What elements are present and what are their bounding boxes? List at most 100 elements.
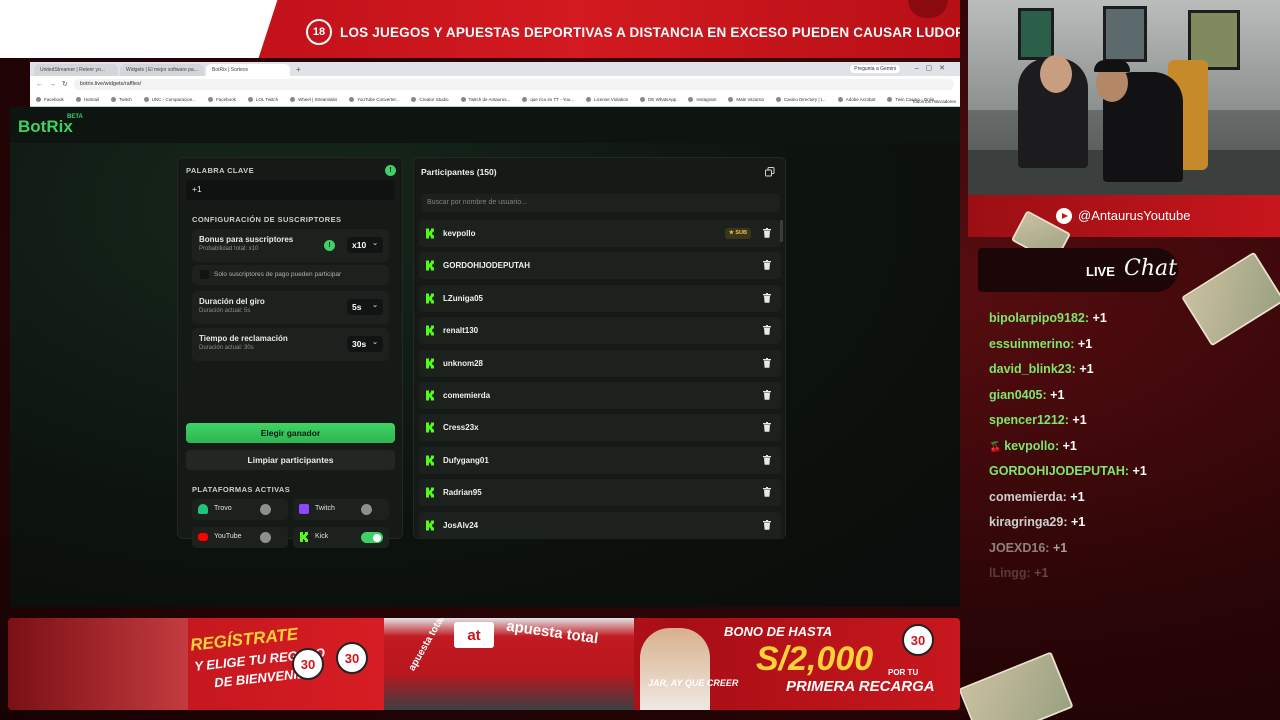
bookmark-favicon-icon — [36, 96, 41, 102]
participant-row[interactable]: JosAlv24 — [419, 511, 781, 539]
bookmark-link[interactable]: Adobe Acrobat — [837, 96, 875, 102]
copy-icon[interactable] — [765, 167, 775, 177]
bookmark-label: Creator Studio — [419, 96, 449, 102]
bookmark-label: Wheel | Streamlabs — [298, 96, 338, 102]
bookmark-link[interactable]: que rico es TT - You... — [522, 96, 574, 102]
beta-badge: BETA — [67, 114, 83, 120]
spin-duration-subtitle: Duración actual: 5s — [199, 308, 251, 314]
trovo-toggle[interactable] — [260, 504, 282, 515]
bonus-multiplier-select[interactable]: x10 ⌄ — [347, 237, 383, 253]
participant-row[interactable]: LZuniga05 — [419, 284, 781, 312]
wall-art — [1018, 8, 1054, 60]
new-tab-button[interactable]: + — [296, 65, 301, 74]
trash-icon[interactable] — [763, 228, 771, 238]
bookmark-link[interactable]: Twitch — [111, 96, 132, 102]
bookmark-link[interactable]: Twitch de Antaurus... — [460, 96, 510, 102]
chevron-down-icon: ⌄ — [372, 302, 378, 309]
trash-icon[interactable] — [763, 357, 771, 368]
chat-text: +1 — [1034, 566, 1049, 580]
trash-icon[interactable] — [763, 487, 771, 497]
all-bookmarks-link[interactable]: Todos los marcadores — [912, 99, 956, 104]
bookmark-link[interactable]: LOL Twitch — [247, 96, 279, 102]
bookmark-link[interactable]: Facebook — [36, 96, 64, 102]
bookmark-favicon-icon — [208, 96, 214, 102]
trash-icon[interactable] — [763, 390, 771, 400]
bookmark-label: Twitch — [119, 96, 132, 102]
participant-row[interactable]: GORDOHIJODEPUTAH — [419, 252, 781, 280]
participant-row[interactable]: renalt130 — [419, 317, 781, 345]
platform-youtube[interactable]: YouTube — [192, 527, 288, 548]
trash-icon[interactable] — [763, 454, 771, 465]
bookmark-favicon-icon — [411, 96, 417, 102]
paid-only-checkbox[interactable] — [200, 270, 209, 279]
paid-only-option[interactable]: Solo suscriptores de pago pueden partici… — [192, 265, 389, 285]
spin-duration-title: Duración del giro — [199, 297, 265, 306]
bookmark-link[interactable]: YouTube Converter... — [349, 96, 400, 102]
gemini-button[interactable]: Pregunta a Gemini — [850, 65, 900, 73]
bookmark-link[interactable]: DE WhatsApp — [640, 96, 676, 102]
clear-participants-button[interactable]: Limpiar participantes — [186, 450, 395, 470]
chat-message: bipolarpipo9182: +1 — [989, 311, 1269, 337]
kick-icon — [426, 422, 434, 433]
keyword-input[interactable]: +1 — [186, 180, 395, 200]
bookmark-label: YouTube Converter... — [357, 96, 400, 102]
kick-toggle[interactable] — [361, 532, 383, 543]
scrollbar-thumb[interactable] — [780, 220, 783, 242]
bookmark-favicon-icon — [111, 96, 117, 102]
sponsor-ad-banner[interactable]: REGÍSTRATE Y ELIGE TU REGALO DE BIENVENI… — [8, 618, 960, 710]
bookmark-link[interactable]: Wheel | Streamlabs — [290, 96, 338, 102]
bookmark-label: Casino Directory | t... — [783, 96, 826, 102]
window-controls[interactable]: –▢✕ — [915, 64, 952, 72]
trash-icon[interactable] — [763, 325, 771, 335]
browser-tab[interactable]: UnitedStreamer | Retenr yo... — [34, 64, 118, 76]
bookmark-favicon-icon — [460, 96, 466, 102]
spin-duration-select[interactable]: 5s ⌄ — [347, 299, 383, 315]
bookmark-label: LOL Twitch — [255, 96, 279, 102]
chat-username: kevpollo: — [1004, 438, 1060, 453]
participant-row[interactable]: comemierda — [419, 382, 781, 409]
youtube-toggle[interactable] — [260, 532, 282, 543]
participant-name: comemierda — [443, 391, 491, 400]
bookmark-link[interactable]: UNC - Comparacion... — [143, 96, 196, 102]
bookmark-favicon-icon — [586, 96, 592, 102]
participant-row[interactable]: Dufygang01 — [419, 446, 781, 474]
age-18-icon: 18 — [306, 19, 332, 45]
bookmark-link[interactable]: Instagram — [688, 96, 716, 102]
participant-name: GORDOHIJODEPUTAH — [443, 261, 530, 271]
live-chat-header: LIVE Chat — [978, 248, 1178, 292]
bookmark-link[interactable]: Facebook — [208, 96, 236, 102]
participant-search-input[interactable]: Buscar por nombre de usuario... — [421, 194, 780, 212]
reload-icon[interactable]: ↻ — [62, 80, 68, 88]
browser-tab[interactable]: Widgets | El mejor software pa... — [120, 64, 204, 76]
browser-tab-active[interactable]: BotRix | Sorteos — [206, 64, 290, 76]
participant-row[interactable]: kevpollo ★ SUB — [419, 220, 781, 247]
participant-row[interactable]: unknom28 — [419, 349, 781, 377]
platform-trovo[interactable]: Trovo — [192, 499, 288, 520]
bonus-info-icon[interactable]: ! — [324, 240, 335, 251]
claim-time-select[interactable]: 30s ⌄ — [347, 336, 383, 352]
chat-message: essuinmerino: +1 — [989, 337, 1269, 363]
bookmark-link[interactable]: License Violation — [586, 96, 628, 102]
info-icon[interactable]: ! — [385, 165, 396, 176]
bookmark-link[interactable]: Hotmail — [75, 96, 99, 102]
participant-row[interactable]: Radrian95 — [419, 479, 781, 507]
twitch-toggle[interactable] — [361, 504, 383, 515]
trash-icon[interactable] — [763, 422, 771, 433]
participant-row[interactable]: Cress23x — [419, 414, 781, 442]
chat-username: david_blink23: — [989, 362, 1076, 376]
trash-icon[interactable] — [763, 260, 771, 271]
youtube-icon — [198, 533, 208, 541]
choose-winner-button[interactable]: Elegir ganador — [186, 423, 395, 443]
back-icon[interactable]: ← — [36, 81, 43, 88]
forward-icon[interactable]: → — [49, 81, 56, 88]
trash-icon[interactable] — [763, 292, 771, 303]
bookmark-link[interactable]: Male Vazarna — [728, 96, 764, 102]
platform-twitch[interactable]: Twitch — [293, 499, 389, 520]
bookmark-link[interactable]: Creator Studio — [411, 96, 449, 102]
bookmark-link[interactable]: Casino Directory | t... — [775, 96, 826, 102]
bookmark-favicon-icon — [837, 96, 843, 102]
url-input[interactable]: botrix.live/widgets/raffles/ — [73, 78, 954, 90]
trash-icon[interactable] — [763, 519, 771, 530]
botrix-logo[interactable]: BotRix — [18, 117, 73, 137]
platform-kick[interactable]: Kick — [293, 527, 389, 548]
